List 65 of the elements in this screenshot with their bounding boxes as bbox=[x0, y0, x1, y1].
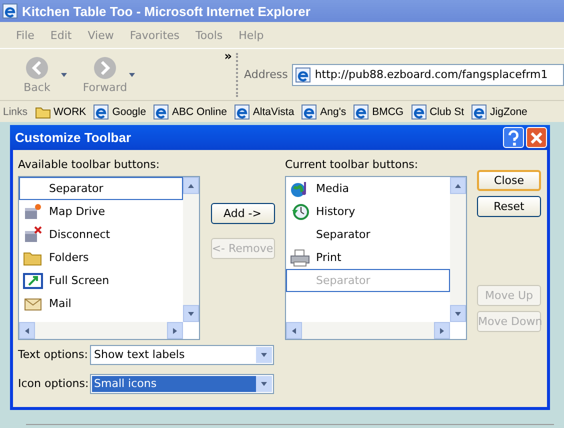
list-label: Current toolbar buttons: bbox=[285, 158, 420, 171]
address-label: Address bbox=[244, 68, 288, 81]
list-item[interactable]: Print bbox=[286, 246, 450, 269]
dialog-title: Customize Toolbar bbox=[15, 130, 132, 145]
dialog-button[interactable]: Close bbox=[477, 170, 541, 191]
window-title: Kitchen Table Too - Microsoft Internet Explorer bbox=[22, 4, 310, 18]
page-icon bbox=[153, 104, 170, 120]
list-item[interactable]: Separator bbox=[19, 177, 183, 200]
dropdown-arrow-icon bbox=[260, 380, 268, 388]
left-arrow-icon bbox=[290, 326, 298, 334]
right-arrow-icon bbox=[171, 326, 179, 334]
window-icon bbox=[23, 270, 43, 290]
down-arrow-icon bbox=[187, 310, 195, 318]
browser-icon bbox=[2, 3, 18, 19]
link-button[interactable]: BMCG bbox=[353, 104, 404, 120]
down-arrow-icon bbox=[454, 310, 462, 318]
chevron[interactable]: » bbox=[224, 49, 232, 63]
list-item[interactable]: History bbox=[286, 200, 450, 223]
horizontal-scrollbar[interactable] bbox=[286, 322, 450, 339]
page-icon bbox=[353, 104, 370, 120]
close-icon[interactable] bbox=[526, 127, 547, 148]
option-label: Text options: bbox=[18, 348, 89, 361]
drive-icon bbox=[23, 224, 43, 244]
list-item[interactable]: Disconnect bbox=[19, 223, 183, 246]
links-label: Links bbox=[3, 106, 28, 118]
page-icon bbox=[93, 104, 110, 120]
page-icon bbox=[301, 104, 318, 120]
list-item[interactable]: Map Drive bbox=[19, 200, 183, 223]
list-item[interactable]: Folders bbox=[19, 246, 183, 269]
link-button[interactable]: Ang's bbox=[301, 104, 346, 120]
vertical-scrollbar[interactable] bbox=[450, 177, 466, 322]
list-item[interactable]: Media bbox=[286, 177, 450, 200]
up-arrow-icon bbox=[454, 182, 462, 190]
link-button[interactable]: ABC Online bbox=[153, 104, 227, 120]
up-arrow-icon bbox=[187, 182, 195, 190]
help-button[interactable] bbox=[503, 127, 524, 148]
dropdown[interactable]: Small icons bbox=[90, 374, 274, 394]
list-label: Available toolbar buttons: bbox=[18, 158, 161, 171]
dropdown-arrow-icon bbox=[128, 70, 136, 78]
dropdown-arrow-icon bbox=[260, 350, 268, 358]
list-item[interactable]: Full Screen bbox=[19, 269, 183, 292]
option-label: Icon options: bbox=[18, 377, 90, 390]
link-button[interactable]: AltaVista bbox=[234, 104, 294, 120]
add-button[interactable]: Add -> bbox=[210, 203, 274, 224]
address-field[interactable]: http://pub88.ezboard.com/fangsplacefrm1 bbox=[292, 64, 564, 86]
left-arrow-icon bbox=[23, 326, 31, 334]
vertical-scrollbar[interactable] bbox=[183, 177, 199, 322]
printer-icon bbox=[290, 248, 310, 268]
page-icon bbox=[234, 104, 250, 120]
page-icon bbox=[410, 104, 427, 120]
link-button[interactable]: Club St bbox=[410, 104, 464, 120]
link-button[interactable]: Google bbox=[93, 104, 146, 120]
link-button[interactable]: JigZone bbox=[471, 104, 528, 120]
dropdown[interactable]: Show text labels bbox=[90, 344, 274, 364]
link-button[interactable]: WORK bbox=[34, 104, 86, 120]
dialog-button[interactable]: Reset bbox=[477, 196, 541, 217]
right-arrow-icon bbox=[438, 326, 446, 334]
list-item[interactable]: Separator bbox=[286, 223, 450, 246]
dropdown-arrow-icon bbox=[60, 70, 68, 78]
list-item[interactable]: Mail bbox=[19, 292, 183, 315]
clock-icon bbox=[290, 202, 310, 222]
horizontal-scrollbar[interactable] bbox=[19, 322, 183, 339]
page-icon bbox=[294, 66, 311, 82]
page-icon bbox=[471, 104, 488, 120]
drive-icon bbox=[23, 202, 43, 222]
